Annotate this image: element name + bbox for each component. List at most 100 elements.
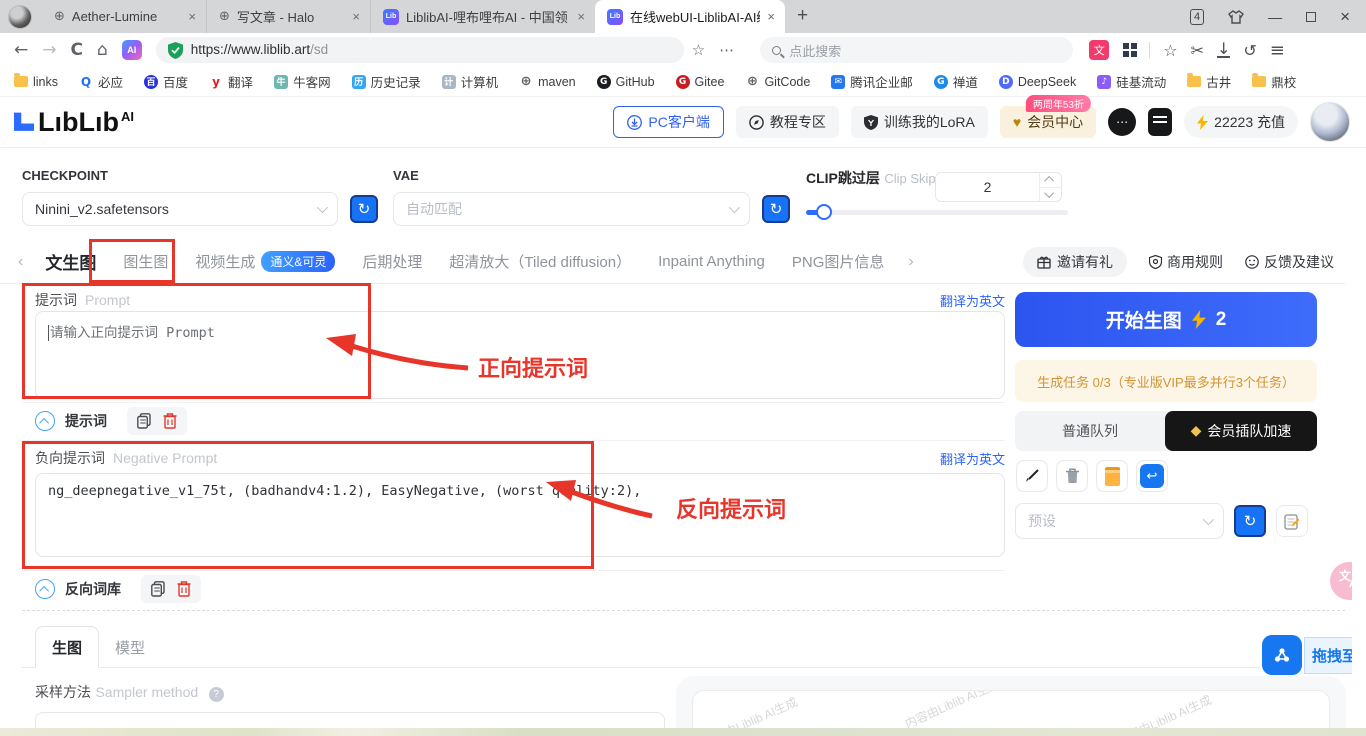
slider-handle[interactable] — [816, 204, 832, 220]
bookmark-item[interactable]: links — [14, 75, 58, 89]
browser-profile-avatar[interactable] — [8, 5, 32, 29]
home-icon[interactable]: ⌂ — [97, 40, 108, 60]
tab-close-icon[interactable]: × — [352, 9, 360, 24]
more-actions-icon[interactable]: ⋯ — [719, 41, 734, 59]
bookmark-item[interactable]: Q必应 — [79, 72, 123, 91]
restore-params-button[interactable]: ↩ — [1136, 460, 1168, 492]
invite-reward-link[interactable]: 邀请有礼 — [1023, 247, 1127, 277]
feature-tab-PNG图片信息[interactable]: PNG图片信息 — [792, 251, 885, 272]
theme-skin-icon[interactable] — [1228, 10, 1244, 24]
preset-select[interactable]: 预设 — [1015, 503, 1224, 539]
tab-close-icon[interactable]: × — [577, 9, 585, 24]
tutorial-zone-button[interactable]: 教程专区 — [736, 106, 839, 138]
favorites-manager-icon[interactable]: ☆ — [1163, 41, 1177, 60]
collapse-chevron-icon[interactable] — [35, 579, 55, 599]
apps-grid-icon[interactable] — [1123, 43, 1137, 57]
negative-translate-link[interactable]: 翻译为英文 — [940, 449, 1005, 468]
trash-icon[interactable] — [177, 581, 191, 597]
notes-doc-icon[interactable] — [1148, 108, 1172, 136]
vae-refresh-button[interactable]: ↻ — [762, 195, 790, 223]
bookmark-item[interactable]: GGitHub — [597, 75, 655, 89]
immersive-translate-float-button[interactable]: 文 A — [1330, 562, 1352, 600]
bookmark-item[interactable]: G禅道 — [934, 72, 978, 91]
liblib-logo[interactable]: LıbLıb AI — [14, 107, 134, 138]
stepper-down-icon[interactable] — [1040, 187, 1061, 202]
bookmark-item[interactable]: y翻译 — [209, 72, 253, 91]
new-tab-button[interactable]: + — [797, 5, 808, 27]
browser-tab[interactable]: ⊕写文章 - Halo× — [206, 0, 370, 33]
ai-assistant-icon[interactable]: AI — [122, 40, 142, 60]
bookmark-item[interactable]: ✉腾讯企业邮 — [831, 72, 913, 91]
pc-client-button[interactable]: PC客户端 — [613, 106, 723, 138]
browser-tab[interactable]: LibLiblibAI-哩布哩布AI - 中国领× — [370, 0, 595, 33]
browser-tab[interactable]: Lib在线webUI-LiblibAI-AI绘图工× — [595, 0, 785, 33]
clear-trash-button[interactable] — [1056, 460, 1088, 492]
bookmark-item[interactable]: 牛牛客网 — [274, 72, 331, 91]
bookmark-item[interactable]: ♪硅基流动 — [1097, 72, 1166, 91]
messages-icon[interactable]: ⋯ — [1108, 108, 1136, 136]
screenshot-scissors-icon[interactable]: ✂ — [1191, 41, 1204, 60]
prompt-translate-link[interactable]: 翻译为英文 — [940, 291, 1005, 310]
clip-skip-input[interactable]: 2 — [935, 172, 1062, 202]
browser-tab[interactable]: ⊕Aether-Lumine× — [42, 0, 206, 33]
close-button[interactable]: × — [1340, 7, 1350, 27]
feature-tab-Inpaint Anything[interactable]: Inpaint Anything — [658, 253, 765, 270]
bookmark-item[interactable]: 计计算机 — [442, 72, 499, 91]
help-icon[interactable]: ? — [209, 687, 224, 702]
collapse-chevron-icon[interactable] — [35, 411, 55, 431]
train-lora-button[interactable]: 训练我的LoRA — [851, 106, 988, 138]
bookmark-item[interactable]: 百百度 — [144, 72, 188, 91]
tab-generate[interactable]: 生图 — [35, 626, 99, 668]
browser-menu-icon[interactable]: ≡ — [1270, 40, 1285, 61]
bookmark-item[interactable]: 古井 — [1187, 72, 1231, 91]
translate-page-icon[interactable]: 文 — [1089, 40, 1109, 60]
recharge-button[interactable]: 22223 充值 — [1184, 106, 1298, 138]
notes-clipboard-button[interactable] — [1096, 460, 1128, 492]
queue-vip-option[interactable]: ◆ 会员插队加速 — [1165, 411, 1317, 451]
feature-tab-超清放大（Tiled diffusion）[interactable]: 超清放大（Tiled diffusion） — [449, 251, 631, 272]
bookmark-item[interactable]: ⊕maven — [519, 75, 576, 89]
bookmark-item[interactable]: GGitee — [676, 75, 725, 89]
preset-refresh-button[interactable]: ↻ — [1234, 505, 1266, 537]
pen-tool-button[interactable] — [1016, 460, 1048, 492]
commercial-rules-link[interactable]: 商用规则 — [1149, 252, 1223, 272]
trash-icon[interactable] — [163, 413, 177, 429]
stepper-up-icon[interactable] — [1040, 173, 1061, 187]
member-center-button[interactable]: 两周年53折 ♥ 会员中心 — [1000, 106, 1096, 138]
bookmark-star-icon[interactable]: ☆ — [692, 41, 705, 59]
save-preset-button[interactable] — [1276, 505, 1308, 537]
search-bar[interactable]: 点此搜索 — [760, 37, 1073, 63]
clip-skip-slider[interactable] — [806, 210, 1068, 215]
checkpoint-refresh-button[interactable]: ↻ — [350, 195, 378, 223]
tabs-scroll-right-icon[interactable]: › — [908, 253, 913, 271]
history-undo-icon[interactable]: ↺ — [1243, 41, 1256, 60]
feature-tab-后期处理[interactable]: 后期处理 — [362, 251, 422, 272]
downloads-icon[interactable]: ↓ — [1217, 42, 1230, 58]
generate-button[interactable]: 开始生图 2 — [1015, 292, 1317, 347]
tab-close-icon[interactable]: × — [188, 9, 196, 24]
user-avatar[interactable] — [1310, 102, 1350, 142]
copy-icon[interactable] — [151, 581, 165, 597]
clip-skip-stepper[interactable] — [1039, 173, 1061, 201]
tabs-scroll-left-icon[interactable]: ‹ — [18, 253, 23, 271]
address-bar[interactable]: https://www.liblib.art/sd — [156, 37, 684, 63]
feedback-link[interactable]: 反馈及建议 — [1245, 252, 1334, 272]
drag-upload-bar[interactable]: 拖拽至此上传 — [1304, 637, 1352, 674]
bookmark-item[interactable]: 鼎校 — [1252, 72, 1296, 91]
copy-icon[interactable] — [137, 413, 151, 429]
feature-tab-视频生成[interactable]: 视频生成通义&可灵 — [195, 251, 335, 272]
bookmark-item[interactable]: ⊕GitCode — [745, 75, 810, 89]
reload-icon[interactable]: C — [71, 40, 83, 60]
download-count-badge[interactable]: 4 — [1190, 9, 1204, 25]
bookmark-item[interactable]: DDeepSeek — [999, 75, 1076, 89]
bookmark-item[interactable]: 历历史记录 — [352, 72, 421, 91]
queue-normal-option[interactable]: 普通队列 — [1015, 411, 1165, 451]
back-icon[interactable]: ← — [14, 40, 28, 60]
forward-icon[interactable]: → — [42, 40, 56, 60]
vae-select[interactable]: 自动匹配 — [393, 192, 750, 226]
minimize-button[interactable]: — — [1268, 9, 1282, 25]
tab-model[interactable]: 模型 — [99, 626, 161, 668]
cloud-upload-icon[interactable] — [1262, 635, 1302, 675]
checkpoint-select[interactable]: Ninini_v2.safetensors — [22, 192, 338, 226]
maximize-button[interactable] — [1306, 12, 1316, 22]
